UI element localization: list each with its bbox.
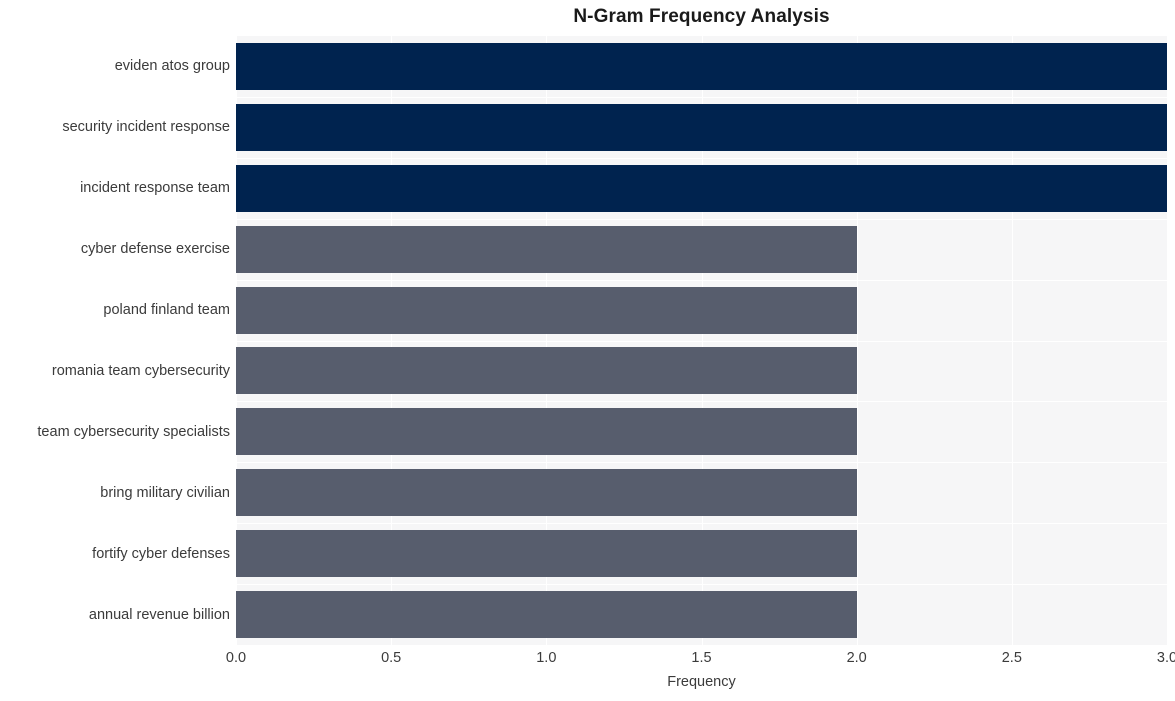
- x-axis-tick-label: 0.5: [381, 650, 402, 666]
- chart-figure: N-Gram Frequency Analysis eviden atos gr…: [0, 0, 1175, 701]
- bar[interactable]: [236, 591, 857, 639]
- chart-title: N-Gram Frequency Analysis: [573, 6, 830, 27]
- y-axis-tick-label: cyber defense exercise: [80, 241, 230, 258]
- horizontal-gridline: [236, 280, 1167, 281]
- y-axis-tick-label: bring military civilian: [100, 484, 230, 501]
- bar[interactable]: [236, 225, 857, 273]
- bar[interactable]: [236, 42, 1167, 90]
- y-axis-tick-label: annual revenue billion: [88, 606, 230, 623]
- y-axis-tick-label: team cybersecurity specialists: [37, 423, 230, 440]
- horizontal-gridline: [236, 401, 1167, 402]
- x-axis-tick-label: 1.0: [536, 650, 557, 666]
- horizontal-gridline: [236, 158, 1167, 159]
- horizontal-gridline: [236, 97, 1167, 98]
- y-axis-tick-label: poland finland team: [103, 302, 230, 319]
- x-axis-tick-labels: 0.0 0.5 1.0 1.5 2.0 2.5 3.0: [226, 648, 1175, 670]
- bar[interactable]: [236, 164, 1167, 212]
- y-axis-tick-label: romania team cybersecurity: [51, 362, 230, 379]
- bar[interactable]: [236, 347, 857, 395]
- x-axis-tick-label: 2.0: [846, 650, 867, 666]
- horizontal-gridline: [236, 341, 1167, 342]
- horizontal-gridline: [236, 219, 1167, 220]
- bar[interactable]: [236, 530, 857, 578]
- bar[interactable]: [236, 408, 857, 456]
- y-axis-tick-label: security incident response: [62, 119, 230, 136]
- bar[interactable]: [236, 286, 857, 334]
- x-axis-tick-label: 3.0: [1156, 650, 1175, 666]
- y-axis-tick-label: fortify cyber defenses: [92, 545, 230, 562]
- horizontal-gridline: [236, 584, 1167, 585]
- x-axis-tick-label: 0.0: [225, 650, 247, 666]
- x-axis-tick-label: 1.5: [691, 650, 712, 666]
- horizontal-gridline: [236, 523, 1167, 524]
- x-axis-title: Frequency: [667, 674, 736, 690]
- horizontal-gridline: [236, 462, 1167, 463]
- plot-area: [236, 36, 1167, 645]
- y-axis-tick-labels: eviden atos group security incident respo…: [0, 36, 230, 645]
- y-axis-tick-label: incident response team: [80, 180, 230, 197]
- y-axis-tick-label: eviden atos group: [114, 58, 230, 75]
- x-axis-tick-label: 2.5: [1001, 650, 1022, 666]
- bar[interactable]: [236, 103, 1167, 151]
- bar[interactable]: [236, 469, 857, 517]
